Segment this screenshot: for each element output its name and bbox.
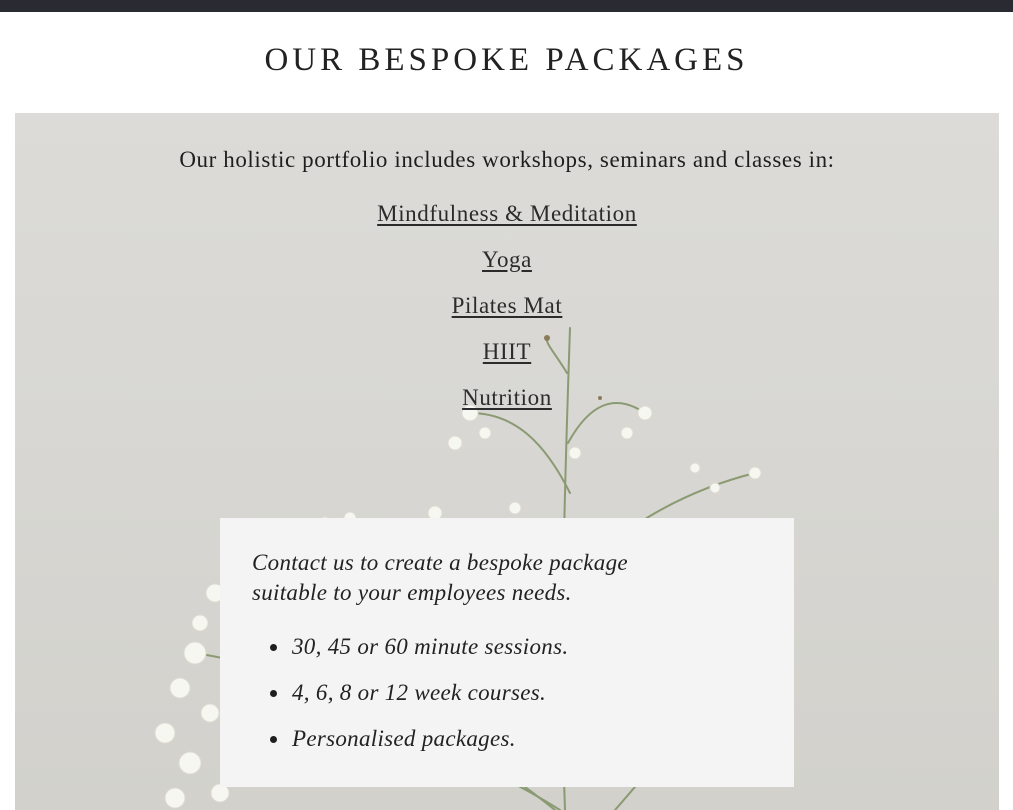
service-link-item: Yoga	[15, 247, 999, 293]
list-item: 4, 6, 8 or 12 week courses.	[252, 678, 762, 724]
package-options-list: 30, 45 or 60 minute sessions. 4, 6, 8 or…	[252, 632, 762, 770]
link-mindfulness-meditation[interactable]: Mindfulness & Meditation	[377, 201, 637, 226]
link-nutrition[interactable]: Nutrition	[462, 385, 552, 410]
list-item-text: Personalised packages.	[292, 726, 516, 751]
service-links: Mindfulness & Meditation Yoga Pilates Ma…	[15, 201, 999, 431]
bullet-icon	[270, 644, 277, 651]
service-link-item: Nutrition	[15, 385, 999, 431]
bullet-icon	[270, 736, 277, 743]
list-item: Personalised packages.	[252, 724, 762, 770]
page-title: OUR BESPOKE PACKAGES	[264, 42, 749, 78]
list-item-text: 30, 45 or 60 minute sessions.	[292, 634, 569, 659]
service-link-item: Mindfulness & Meditation	[15, 201, 999, 247]
bullet-icon	[270, 690, 277, 697]
packages-hero: Our holistic portfolio includes workshop…	[15, 113, 999, 810]
intro-text: Our holistic portfolio includes workshop…	[179, 147, 835, 172]
service-link-item: HIIT	[15, 339, 999, 385]
contact-text: Contact us to create a bespoke package s…	[252, 550, 628, 605]
list-item: 30, 45 or 60 minute sessions.	[252, 632, 762, 678]
top-bar	[0, 0, 1013, 12]
link-hiit[interactable]: HIIT	[483, 339, 531, 364]
service-link-item: Pilates Mat	[15, 293, 999, 339]
list-item-text: 4, 6, 8 or 12 week courses.	[292, 680, 547, 705]
contact-box: Contact us to create a bespoke package s…	[220, 518, 794, 787]
link-yoga[interactable]: Yoga	[482, 247, 532, 272]
link-pilates-mat[interactable]: Pilates Mat	[452, 293, 563, 318]
